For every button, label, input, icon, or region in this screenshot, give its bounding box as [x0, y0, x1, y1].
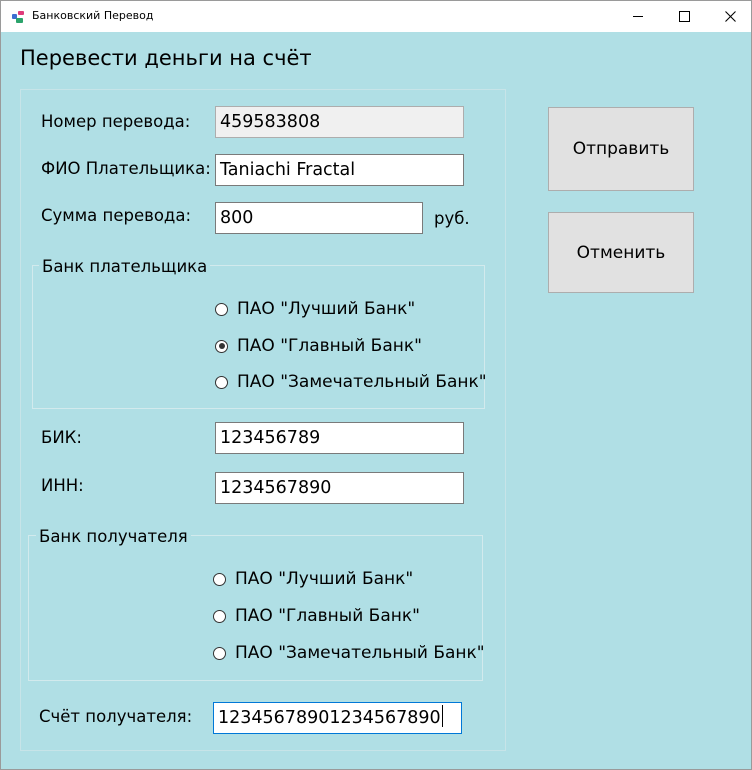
inn-field[interactable]: 1234567890	[215, 472, 464, 504]
transfer-number-field[interactable]: 459583808	[215, 106, 464, 138]
minimize-button[interactable]	[615, 1, 661, 32]
form-heading: Перевести деньги на счёт	[20, 46, 312, 70]
send-button[interactable]: Отправить	[548, 107, 694, 191]
recipient-bank-caption: Банк получателя	[36, 527, 191, 546]
cancel-button[interactable]: Отменить	[548, 212, 694, 293]
payer-bank-option-2[interactable]: ПАО "Главный Банк"	[215, 336, 422, 356]
payer-bank-caption: Банк плательщика	[39, 257, 211, 276]
amount-label: Сумма перевода:	[41, 206, 191, 225]
maximize-icon	[678, 11, 690, 22]
recipient-bank-option-2-label: ПАО "Главный Банк"	[235, 606, 420, 626]
text-caret	[441, 705, 443, 727]
radio-button[interactable]	[213, 572, 226, 586]
radio-button[interactable]	[213, 609, 226, 623]
amount-unit: руб.	[434, 209, 470, 228]
recipient-account-field[interactable]: 12345678901234567890	[213, 702, 462, 734]
maximize-button[interactable]	[661, 1, 707, 32]
recipient-bank-option-3-label: ПАО "Замечательный Банк"	[235, 643, 485, 663]
payer-bank-option-3-label: ПАО "Замечательный Банк"	[237, 372, 487, 392]
recipient-bank-option-1[interactable]: ПАО "Лучший Банк"	[213, 569, 413, 589]
payer-name-field[interactable]: Taniachi Fractal	[215, 154, 464, 186]
title-bar: Банковский Перевод	[1, 1, 751, 32]
recipient-account-value: 12345678901234567890	[218, 708, 441, 728]
payer-bank-option-1[interactable]: ПАО "Лучший Банк"	[215, 299, 415, 319]
radio-button-checked[interactable]	[215, 339, 228, 353]
payer-bank-option-1-label: ПАО "Лучший Банк"	[237, 299, 416, 319]
payer-bank-option-2-label: ПАО "Главный Банк"	[237, 336, 422, 356]
payer-bank-option-3[interactable]: ПАО "Замечательный Банк"	[215, 372, 487, 392]
radio-button[interactable]	[215, 302, 228, 316]
app-icon	[12, 11, 24, 23]
recipient-bank-option-3[interactable]: ПАО "Замечательный Банк"	[213, 643, 485, 663]
app-window: Банковский Перевод Перевести деньги на с…	[0, 0, 752, 770]
recipient-account-label: Счёт получателя:	[39, 707, 193, 726]
close-icon	[724, 11, 736, 22]
radio-button[interactable]	[215, 375, 228, 389]
payer-name-label: ФИО Плательщика:	[41, 159, 211, 178]
inn-label: ИНН:	[41, 476, 84, 495]
window-title: Банковский Перевод	[32, 9, 154, 22]
transfer-number-label: Номер перевода:	[41, 112, 191, 131]
radio-button[interactable]	[213, 646, 226, 660]
minimize-icon	[632, 16, 643, 17]
recipient-bank-option-2[interactable]: ПАО "Главный Банк"	[213, 606, 420, 626]
recipient-bank-option-1-label: ПАО "Лучший Банк"	[235, 569, 414, 589]
amount-field[interactable]: 800	[215, 202, 423, 234]
bik-label: БИК:	[41, 428, 82, 447]
bik-field[interactable]: 123456789	[215, 422, 464, 454]
close-button[interactable]	[707, 1, 752, 32]
